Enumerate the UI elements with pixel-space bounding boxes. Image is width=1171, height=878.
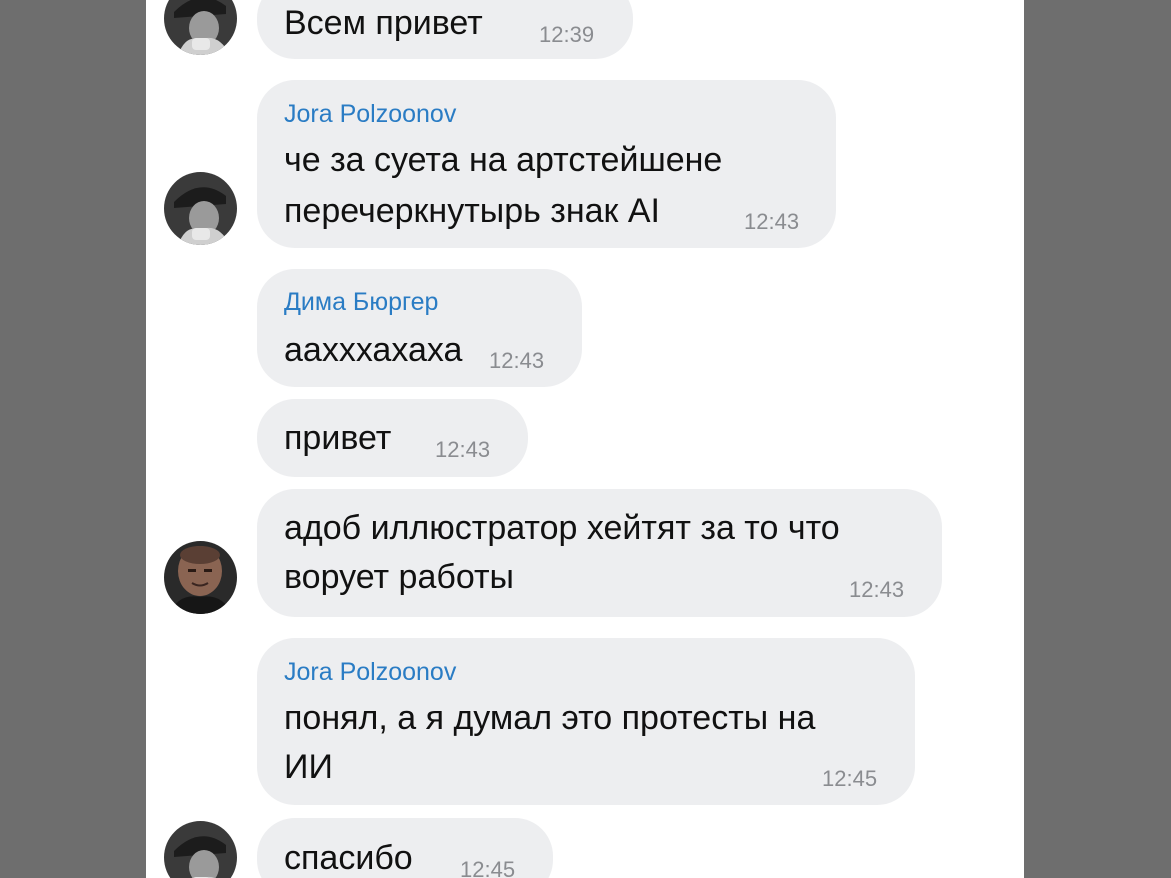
message-timestamp: 12:43 <box>489 348 545 373</box>
message-bubble[interactable]: адоб иллюстратор хейтят за то что ворует… <box>257 489 942 617</box>
message-timestamp: 12:43 <box>435 437 491 462</box>
message-timestamp: 12:43 <box>849 577 905 602</box>
message-text: спасибо <box>284 839 413 877</box>
message-timestamp: 12:45 <box>460 857 516 878</box>
message-bubble[interactable]: Дима Бюргер аахххахаха 12:43 <box>257 269 582 387</box>
message-text: привет <box>284 419 392 457</box>
user-avatar-dima[interactable] <box>164 541 237 614</box>
user-avatar-jora[interactable] <box>164 172 237 245</box>
message-text: понял, а я думал это протесты на <box>284 699 816 737</box>
user-avatar-jora[interactable] <box>164 821 237 878</box>
message-timestamp: 12:45 <box>822 766 878 791</box>
message-bubble[interactable]: привет 12:43 <box>257 399 528 477</box>
message-text: че за суета на артстейшене <box>284 141 723 179</box>
message-bubble[interactable]: Jora Polzoonov понял, а я думал это прот… <box>257 638 915 805</box>
message-bubble[interactable]: Jora Polzoonov че за суета на артстейшен… <box>257 80 836 248</box>
sender-name[interactable]: Дима Бюргер <box>284 288 438 317</box>
user-photo-icon <box>164 172 237 245</box>
message-text: Всем привет <box>284 4 483 42</box>
message-text: перечеркнутырь знак AI <box>284 192 660 230</box>
message-text: ворует работы <box>284 558 514 596</box>
message-timestamp: 12:39 <box>539 22 595 47</box>
user-photo-icon <box>164 0 237 55</box>
user-avatar-jora[interactable] <box>164 0 237 55</box>
message-timestamp: 12:43 <box>744 209 800 234</box>
user-photo-icon <box>164 821 237 878</box>
sender-name[interactable]: Jora Polzoonov <box>284 658 456 687</box>
message-text: адоб иллюстратор хейтят за то что <box>284 509 840 547</box>
sender-name[interactable]: Jora Polzoonov <box>284 100 456 129</box>
message-text: аахххахаха <box>284 331 463 369</box>
user-photo-icon <box>164 541 237 614</box>
message-text: ИИ <box>284 748 333 786</box>
message-bubble[interactable]: спасибо 12:45 <box>257 818 553 878</box>
chat-message-list[interactable]: Всем привет 12:39 Jora Polzoonov че за с… <box>146 0 1024 878</box>
message-bubble[interactable]: Всем привет 12:39 <box>257 0 633 59</box>
